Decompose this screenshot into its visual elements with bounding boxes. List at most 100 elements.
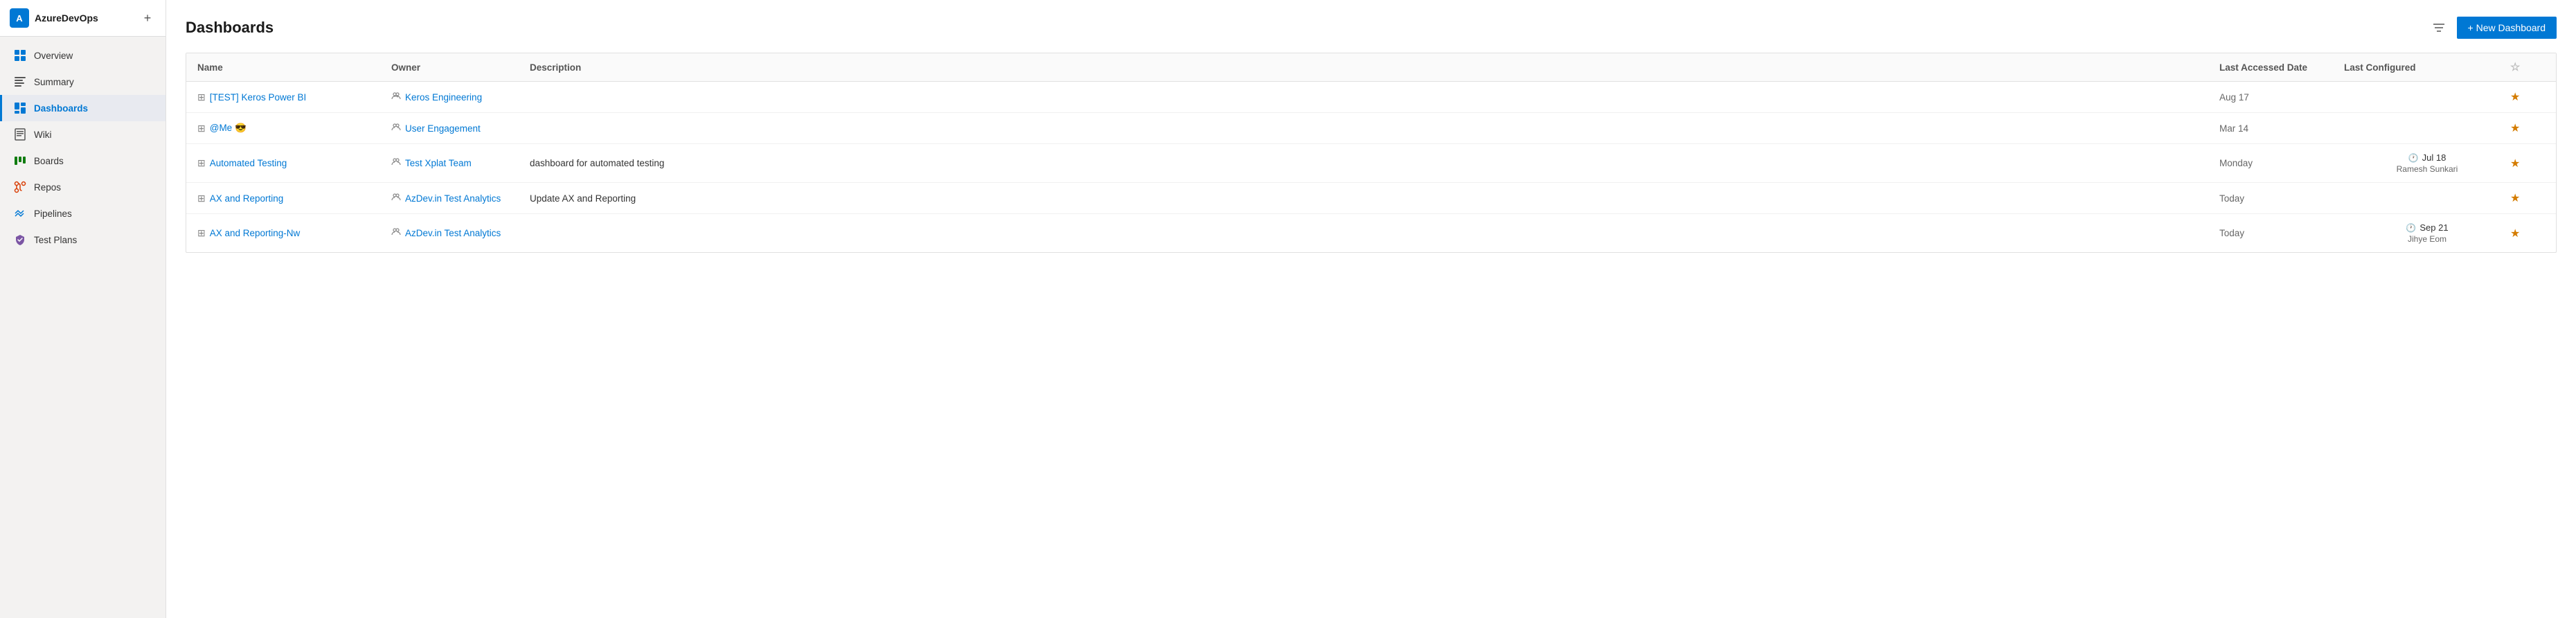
col-star: ☆ [2510,60,2545,74]
row-last-accessed-cell: Aug 17 [2219,92,2344,103]
org-info: A AzureDevOps [10,8,98,28]
star-header-icon: ☆ [2510,60,2520,74]
table-row: ⊞ AX and Reporting AzDev.in Test Analyti… [186,183,2556,214]
team-icon [391,157,401,169]
dashboard-name-link[interactable]: Automated Testing [210,158,287,168]
row-star-cell: ★ [2510,90,2545,104]
col-last-accessed: Last Accessed Date [2219,60,2344,74]
star-toggle[interactable]: ★ [2510,90,2520,104]
star-toggle[interactable]: ★ [2510,157,2520,170]
row-name-cell: ⊞ AX and Reporting [197,193,391,204]
last-accessed-text: Monday [2219,158,2253,168]
owner-link[interactable]: User Engagement [405,123,481,134]
sidebar-item-boards[interactable]: Boards [0,148,166,174]
dashboard-name-link[interactable]: [TEST] Keros Power BI [210,92,307,103]
owner-link[interactable]: AzDev.in Test Analytics [405,193,501,204]
row-star-cell: ★ [2510,121,2545,135]
star-toggle[interactable]: ★ [2510,191,2520,205]
last-configured-user: Ramesh Sunkari [2397,164,2458,174]
team-icon [391,123,401,134]
sidebar-item-label: Pipelines [34,209,72,219]
add-project-button[interactable]: + [139,10,156,26]
row-description-cell: dashboard for automated testing [530,158,2219,168]
dashboard-row-icon: ⊞ [197,227,206,239]
team-icon [391,193,401,204]
last-accessed-text: Aug 17 [2219,92,2249,103]
overview-icon [13,48,27,62]
sidebar-navigation: Overview Summary [0,37,166,258]
sidebar-item-label: Test Plans [34,235,77,245]
org-icon: A [10,8,29,28]
description-text: Update AX and Reporting [530,193,636,204]
filter-button[interactable] [2429,18,2449,37]
table-row: ⊞ AX and Reporting-Nw AzDev.in Test Anal… [186,214,2556,252]
sidebar-item-overview[interactable]: Overview [0,42,166,69]
dashboard-row-icon: ⊞ [197,193,206,204]
sidebar-item-repos[interactable]: Repos [0,174,166,200]
row-last-accessed-cell: Today [2219,228,2344,238]
row-owner-cell: Test Xplat Team [391,157,530,169]
row-name-cell: ⊞ [TEST] Keros Power BI [197,91,391,103]
sidebar-item-label: Repos [34,182,61,193]
sidebar-item-test-plans[interactable]: Test Plans [0,227,166,253]
table-header: Name Owner Description Last Accessed Dat… [186,53,2556,82]
team-icon [391,227,401,239]
dashboard-name-link[interactable]: AX and Reporting [210,193,284,204]
sidebar-item-label: Wiki [34,130,52,140]
row-owner-cell: AzDev.in Test Analytics [391,227,530,239]
sidebar-item-label: Boards [34,156,64,166]
row-owner-cell: Keros Engineering [391,91,530,103]
last-configured-user: Jihye Eom [2408,234,2447,244]
dashboard-name-link[interactable]: AX and Reporting-Nw [210,228,301,238]
star-toggle[interactable]: ★ [2510,227,2520,240]
main-header: Dashboards + New Dashboard [186,17,2557,39]
last-accessed-text: Today [2219,228,2244,238]
boards-icon [13,154,27,168]
test-plans-icon [13,233,27,247]
sidebar-header: A AzureDevOps + [0,0,166,37]
sidebar-item-label: Summary [34,77,74,87]
sidebar-item-wiki[interactable]: Wiki [0,121,166,148]
last-accessed-text: Mar 14 [2219,123,2248,134]
filter-icon [2432,21,2446,35]
owner-link[interactable]: Keros Engineering [405,92,482,103]
header-actions: + New Dashboard [2429,17,2557,39]
new-dashboard-button[interactable]: + New Dashboard [2457,17,2557,39]
owner-link[interactable]: Test Xplat Team [405,158,472,168]
sidebar-item-label: Dashboards [34,103,88,114]
row-owner-cell: AzDev.in Test Analytics [391,193,530,204]
row-name-cell: ⊞ AX and Reporting-Nw [197,227,391,239]
row-last-configured-cell: 🕐 Jul 18 Ramesh Sunkari [2344,152,2510,174]
row-description-cell: Update AX and Reporting [530,193,2219,204]
main-content: Dashboards + New Dashboard Name Owner De… [166,0,2576,618]
sidebar-item-summary[interactable]: Summary [0,69,166,95]
sidebar-item-pipelines[interactable]: Pipelines [0,200,166,227]
last-configured-date: Jul 18 [2422,152,2447,163]
last-configured-date: Sep 21 [2420,222,2448,233]
dashboards-icon [13,101,27,115]
new-dashboard-label: + New Dashboard [2468,22,2546,33]
row-last-accessed-cell: Mar 14 [2219,123,2344,134]
row-name-cell: ⊞ @Me 😎 [197,123,391,134]
page-title: Dashboards [186,19,274,37]
owner-link[interactable]: AzDev.in Test Analytics [405,228,501,238]
row-last-accessed-cell: Monday [2219,158,2344,168]
star-toggle[interactable]: ★ [2510,121,2520,135]
dashboard-name-link[interactable]: @Me 😎 [210,123,247,134]
dashboard-row-icon: ⊞ [197,91,206,103]
col-last-configured: Last Configured [2344,60,2510,74]
sidebar: A AzureDevOps + Overview [0,0,166,618]
dashboards-table: Name Owner Description Last Accessed Dat… [186,53,2557,253]
col-name: Name [197,60,391,74]
last-accessed-text: Today [2219,193,2244,204]
sidebar-item-dashboards[interactable]: Dashboards [0,95,166,121]
clock-icon: 🕐 [2406,223,2416,233]
table-row: ⊞ Automated Testing Test Xplat Team dash… [186,144,2556,183]
org-name: AzureDevOps [35,12,98,24]
row-owner-cell: User Engagement [391,123,530,134]
team-icon [391,91,401,103]
table-row: ⊞ [TEST] Keros Power BI Keros Engineerin… [186,82,2556,113]
pipelines-icon [13,206,27,220]
row-star-cell: ★ [2510,157,2545,170]
dashboard-row-icon: ⊞ [197,123,206,134]
